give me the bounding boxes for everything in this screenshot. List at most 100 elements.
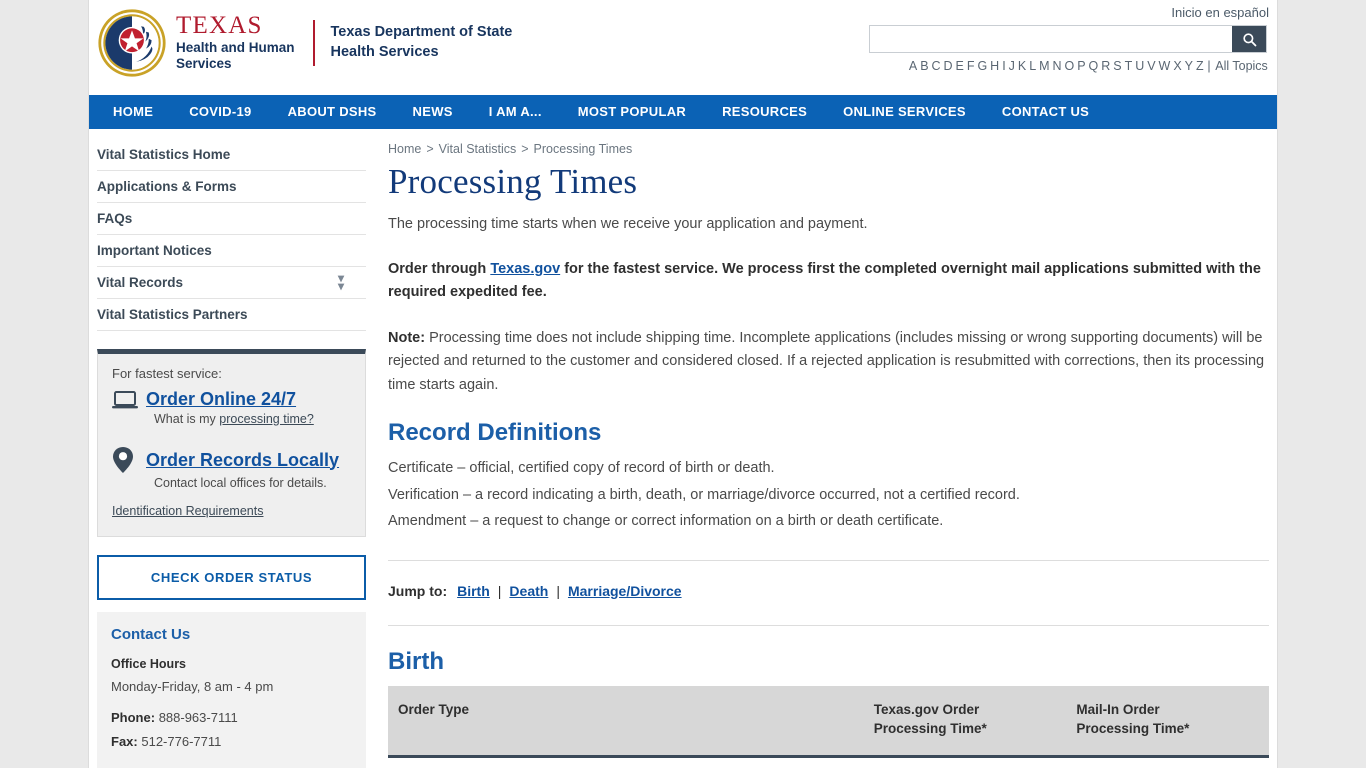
- alpha-link-z[interactable]: Z: [1195, 59, 1206, 73]
- birth-section-heading: Birth: [388, 647, 444, 675]
- breadcrumb-item-vital-statistics[interactable]: Vital Statistics: [439, 142, 517, 156]
- breadcrumb-separator: >: [521, 142, 529, 156]
- sidebar-item-important-notices[interactable]: Important Notices: [97, 235, 366, 266]
- brand-dept-line2: Health Services: [330, 44, 439, 60]
- alpha-link-j[interactable]: J: [1007, 59, 1016, 73]
- alpha-link-w[interactable]: W: [1157, 59, 1172, 73]
- texas-hhs-seal-icon: [98, 9, 166, 77]
- alpha-link-y[interactable]: Y: [1183, 59, 1194, 73]
- contact-us-panel: Contact Us Office Hours Monday-Friday, 8…: [97, 612, 366, 768]
- nav-news[interactable]: NEWS: [395, 95, 471, 129]
- sidebar-nav-item: Vital Statistics Home: [97, 139, 366, 171]
- nav-resources[interactable]: RESOURCES: [704, 95, 825, 129]
- definition-certificate: Certificate – official, certified copy o…: [388, 460, 775, 477]
- alpha-link-n[interactable]: N: [1051, 59, 1063, 73]
- alpha-link-k[interactable]: K: [1017, 59, 1028, 73]
- table-cell: 20-25 days: [863, 756, 1067, 768]
- spanish-home-link[interactable]: Inicio en español: [1171, 5, 1269, 20]
- sidebar-nav-item: Important Notices: [97, 235, 366, 267]
- brand-lockup[interactable]: TEXAS Health and Human Services Texas De…: [97, 8, 512, 78]
- birth-processing-times-table: Order Type Texas.gov Order Processing Ti…: [388, 685, 1269, 768]
- main-content: Home > Vital Statistics > Processing Times P…: [374, 129, 1277, 768]
- note-label: Note:: [388, 329, 426, 346]
- brand-dept-line1: Texas Department of State: [330, 24, 513, 41]
- contact-us-heading[interactable]: Contact Us: [111, 626, 352, 643]
- sidebar-nav-item: Vital Statistics Partners: [97, 299, 366, 331]
- alpha-link-d[interactable]: D: [942, 59, 954, 73]
- jump-sep-2: |: [556, 582, 560, 599]
- nav-home[interactable]: HOME: [95, 95, 171, 129]
- office-hours-label: Office Hours: [111, 657, 187, 671]
- alpha-link-q[interactable]: Q: [1087, 59, 1100, 73]
- nav-online-services[interactable]: ONLINE SERVICES: [825, 95, 984, 129]
- note-text: Processing time does not include shippin…: [388, 329, 1265, 393]
- search-input[interactable]: [870, 26, 1232, 52]
- column-header-order-type-line1: Order Type: [398, 701, 470, 717]
- alpha-link-r[interactable]: R: [1100, 59, 1112, 73]
- fax-value: 512-776-7711: [141, 734, 222, 749]
- alpha-link-a[interactable]: A: [908, 59, 919, 73]
- alpha-link-t[interactable]: T: [1123, 59, 1134, 73]
- alpha-link-g[interactable]: G: [976, 59, 989, 73]
- table-cell: Birth Certificates: [388, 756, 864, 768]
- sidebar-item-applications-forms[interactable]: Applications & Forms: [97, 171, 366, 202]
- sidebar: Vital Statistics Home Applications & Form…: [89, 129, 374, 768]
- all-topics-link[interactable]: All Topics: [1213, 59, 1269, 73]
- nav-most-popular[interactable]: MOST POPULAR: [560, 95, 704, 129]
- alpha-link-s[interactable]: S: [1112, 59, 1123, 73]
- jump-link-marriage-divorce[interactable]: Marriage/Divorce: [566, 583, 684, 599]
- sidebar-item-vital-statistics-partners[interactable]: Vital Statistics Partners: [97, 299, 366, 330]
- order-online-link[interactable]: Order Online 24/7: [146, 389, 296, 410]
- alpha-link-f[interactable]: F: [966, 59, 977, 73]
- sidebar-item-vital-statistics-home[interactable]: Vital Statistics Home: [97, 139, 366, 170]
- alpha-link-p[interactable]: P: [1076, 59, 1087, 73]
- column-header-texasgov-line2: Processing Time*: [873, 721, 987, 737]
- alpha-link-u[interactable]: U: [1134, 59, 1146, 73]
- breadcrumb-item-home[interactable]: Home: [388, 142, 421, 156]
- search-icon: [1242, 32, 1256, 46]
- breadcrumb-item-processing-times: Processing Times: [533, 142, 633, 156]
- texas-gov-link[interactable]: Texas.gov: [490, 261, 560, 277]
- column-header-mailin-line2: Processing Time*: [1076, 721, 1190, 737]
- nav-i-am-a[interactable]: I AM A...: [471, 95, 560, 129]
- alpha-link-c[interactable]: C: [930, 59, 942, 73]
- alpha-link-v[interactable]: V: [1146, 59, 1157, 73]
- order-locally-link[interactable]: Order Records Locally: [146, 450, 339, 471]
- service-spacer: [112, 426, 351, 446]
- jump-link-death[interactable]: Death: [507, 583, 550, 599]
- alpha-link-h[interactable]: H: [989, 59, 1001, 73]
- brand-hhs-line1: Health and Human: [176, 39, 295, 55]
- phone-line: Phone: 888-963-7111: [111, 710, 352, 725]
- site-header: TEXAS Health and Human Services Texas De…: [89, 0, 1277, 95]
- sidebar-item-vital-records[interactable]: Vital Records ▾ ▾: [97, 267, 366, 298]
- alpha-link-o[interactable]: O: [1063, 59, 1076, 73]
- check-order-status-button[interactable]: CHECK ORDER STATUS: [97, 555, 366, 600]
- search-button[interactable]: [1232, 26, 1266, 52]
- nav-about-dshs[interactable]: ABOUT DSHS: [270, 95, 395, 129]
- jump-to-links: Jump to: Birth | Death | Marriage/Divorce: [388, 583, 1269, 599]
- nav-contact-us[interactable]: CONTACT US: [984, 95, 1107, 129]
- alpha-link-l[interactable]: L: [1028, 59, 1038, 73]
- alpha-link-x[interactable]: X: [1172, 59, 1183, 73]
- brand-department: Texas Department of State Health Service…: [331, 23, 513, 62]
- order-locally-row[interactable]: Order Records Locally: [112, 446, 351, 474]
- jump-link-birth[interactable]: Birth: [455, 583, 492, 599]
- identification-requirements-link[interactable]: Identification Requirements: [112, 504, 263, 518]
- brand-texas-word: TEXAS: [176, 12, 263, 40]
- order-online-row[interactable]: Order Online 24/7: [112, 389, 351, 410]
- sidebar-item-faqs[interactable]: FAQs: [97, 203, 366, 234]
- processing-time-link[interactable]: processing time?: [219, 412, 314, 426]
- map-pin-icon: [112, 446, 146, 474]
- page-body: Vital Statistics Home Applications & Form…: [89, 129, 1277, 768]
- table-row: Birth Certificates20-25 days25-30 days: [388, 756, 1269, 768]
- column-header-texasgov-line1: Texas.gov Order: [873, 701, 980, 717]
- chevron-double-down-icon[interactable]: ▾ ▾: [338, 272, 344, 292]
- brand-hhs-line2: Services: [176, 56, 232, 72]
- definition-verification: Verification – a record indicating a bir…: [388, 486, 1020, 503]
- table-header-row: Order Type Texas.gov Order Processing Ti…: [388, 685, 1269, 758]
- alpha-link-b[interactable]: B: [919, 59, 930, 73]
- primary-navigation: HOME COVID-19 ABOUT DSHS NEWS I AM A... MOST …: [89, 95, 1277, 129]
- nav-covid-19[interactable]: COVID-19: [171, 95, 269, 129]
- alpha-link-m[interactable]: M: [1038, 59, 1051, 73]
- alpha-link-e[interactable]: E: [954, 59, 965, 73]
